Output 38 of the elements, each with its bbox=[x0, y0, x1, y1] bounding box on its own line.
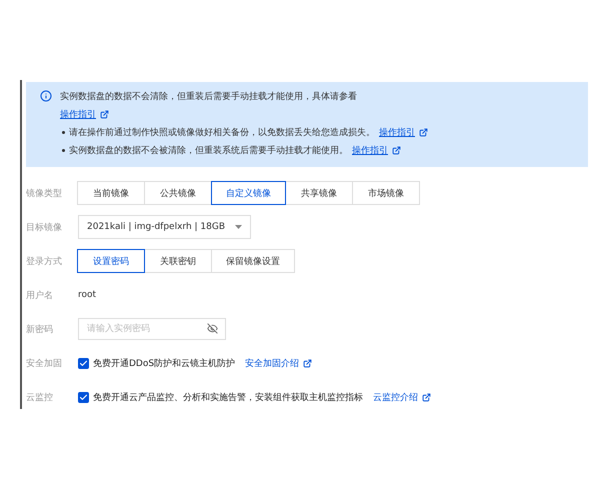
external-link-icon bbox=[303, 358, 312, 368]
notice-text: 实例数据盘的数据不会被清除，但重装系统后需要手动挂载才能使用。 bbox=[69, 144, 348, 157]
segment-tab[interactable]: 当前镜像 bbox=[77, 181, 145, 205]
segment-tab[interactable]: 保留镜像设置 bbox=[211, 249, 295, 273]
segment-tab[interactable]: 共享镜像 bbox=[285, 181, 353, 205]
field-label: 镜像类型 bbox=[26, 188, 63, 200]
segment-tab[interactable]: 公共镜像 bbox=[144, 181, 212, 205]
field-label: 登录方式 bbox=[26, 256, 63, 268]
checkbox[interactable] bbox=[78, 392, 89, 402]
external-link-icon bbox=[100, 110, 109, 119]
checkbox-label: 免费开通云产品监控、分析和实施告警，安装组件获取主机监控指标 bbox=[93, 392, 363, 404]
field-label: 新密码 bbox=[26, 324, 54, 336]
field-label: 云监控 bbox=[26, 392, 54, 404]
segment-tab[interactable]: 关联密钥 bbox=[144, 249, 212, 273]
field-label: 用户名 bbox=[26, 290, 54, 302]
field-label: 目标镜像 bbox=[26, 222, 63, 234]
segment-tab[interactable]: 市场镜像 bbox=[352, 181, 420, 205]
username-value: root bbox=[78, 290, 96, 300]
password-field[interactable]: 请输入实例密码 bbox=[78, 318, 226, 340]
checkbox-label: 免费开通DDoS防护和云镜主机防护 bbox=[93, 358, 236, 370]
intro-link[interactable]: 云监控介绍 bbox=[373, 390, 418, 404]
guide-link[interactable]: 操作指引 bbox=[379, 126, 415, 139]
info-icon bbox=[40, 90, 52, 102]
guide-link[interactable]: 操作指引 bbox=[352, 144, 388, 157]
image-select[interactable]: 2021kali | img-dfpelxrh | 18GB bbox=[78, 215, 252, 239]
checkbox[interactable] bbox=[78, 358, 89, 368]
eye-off-icon[interactable] bbox=[207, 323, 218, 334]
field-label: 安全加固 bbox=[26, 358, 63, 370]
notice-text: 请在操作前通过制作快照或镜像做好相关备份，以免数据丢失给您造成损失。 bbox=[69, 126, 375, 139]
external-link-icon bbox=[392, 146, 401, 155]
segment-tab[interactable]: 设置密码 bbox=[77, 249, 145, 273]
caret-icon bbox=[235, 225, 242, 229]
notice-text: 实例数据盘的数据不会清除，但重装后需要手动挂载才能使用，具体请参看 bbox=[60, 90, 358, 103]
segment-tab[interactable]: 自定义镜像 bbox=[211, 181, 286, 205]
guide-link[interactable]: 操作指引 bbox=[60, 108, 96, 121]
external-link-icon bbox=[422, 392, 431, 402]
intro-link[interactable]: 安全加固介绍 bbox=[245, 356, 300, 370]
external-link-icon bbox=[419, 128, 428, 137]
